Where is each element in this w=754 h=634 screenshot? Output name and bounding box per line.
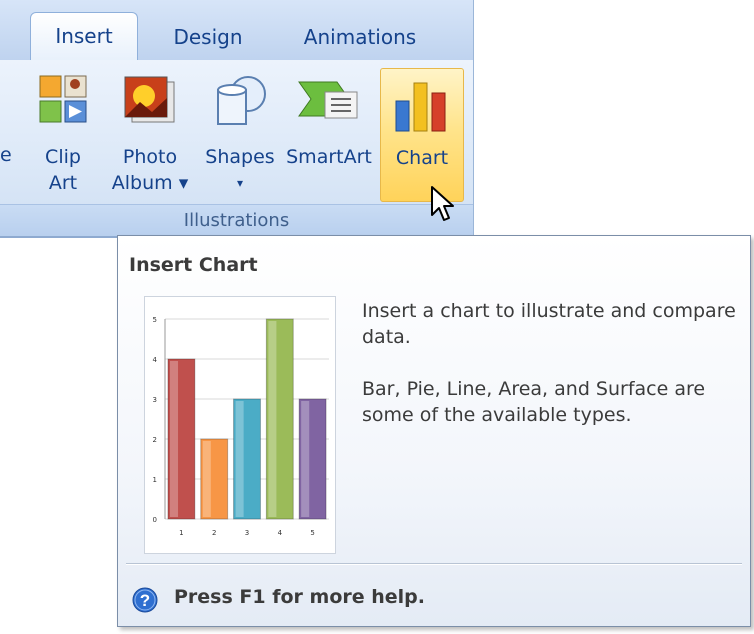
mouse-cursor-icon: [431, 186, 454, 221]
help-icon: ?: [132, 587, 158, 613]
tooltip-chart-types-text: Bar, Pie, Line, Area, and Surface are so…: [362, 378, 706, 426]
ribbon-tab-strip: Insert Design Animations: [0, 0, 473, 62]
smartart-label: SmartArt: [286, 146, 372, 168]
chart-bar-highlight: [235, 401, 244, 517]
clip-art-icon: [39, 75, 87, 123]
shapes-button[interactable]: Shapes ▾: [200, 60, 280, 204]
chart-button[interactable]: Chart: [380, 68, 464, 202]
smartart-button[interactable]: SmartArt: [282, 60, 376, 204]
y-tick-label: 3: [153, 396, 157, 404]
preview-bar-chart: 0 1 2 3 4 5 1 2 3 4 5: [153, 316, 329, 537]
shapes-icon: [217, 76, 266, 125]
x-tick-label: 1: [179, 529, 183, 537]
chart-bar-highlight: [169, 361, 179, 517]
y-tick-label: 0: [153, 516, 157, 524]
tab-animations[interactable]: Animations: [290, 14, 430, 60]
clip-art-label-2: Art: [48, 172, 78, 194]
chart-icon: [395, 82, 446, 132]
tooltip-separator: [126, 563, 742, 565]
y-tick-label: 1: [153, 476, 157, 484]
x-tick-label: 3: [245, 529, 249, 537]
tooltip-help-text: Press F1 for more help.: [174, 586, 425, 608]
photo-album-label-1: Photo: [122, 146, 178, 168]
chart-bar-highlight: [202, 441, 211, 517]
tooltip-description: Insert a chart to illustrate and compare…: [362, 300, 736, 348]
x-tick-label: 2: [212, 529, 216, 537]
chart-bar-highlight: [268, 321, 277, 517]
chart-label: Chart: [395, 147, 449, 169]
insert-chart-tooltip: Insert Chart 0 1 2 3 4 5 1 2 3 4 5 Insert a chart …: [117, 235, 751, 627]
y-tick-label: 4: [153, 356, 158, 364]
shapes-dropdown-arrow: ▾: [236, 176, 244, 190]
y-tick-label: 5: [153, 316, 157, 324]
smartart-icon: [298, 81, 358, 119]
chart-bar-highlight: [301, 401, 310, 517]
tab-insert[interactable]: Insert: [30, 12, 138, 62]
illustrations-group-label: Illustrations: [0, 204, 473, 236]
photo-album-button[interactable]: Photo Album ▾: [104, 60, 196, 204]
ribbon-panel: e Clip Art Photo Album ▾ Shapes ▾ SmartA…: [0, 60, 473, 236]
clip-art-button[interactable]: Clip Art: [30, 60, 96, 204]
ribbon: Insert Design Animations e Clip Art Phot…: [0, 0, 474, 238]
photo-album-icon: [124, 76, 175, 123]
y-tick-label: 2: [153, 436, 157, 444]
photo-album-label-2: Album ▾: [111, 172, 189, 194]
tooltip-chart-preview: 0 1 2 3 4 5 1 2 3 4 5: [144, 296, 336, 554]
tab-design[interactable]: Design: [158, 14, 258, 60]
shapes-label-1: Shapes: [205, 146, 275, 168]
truncated-button-label: e: [0, 144, 12, 166]
clip-art-label-1: Clip: [45, 146, 81, 168]
tooltip-title: Insert Chart: [129, 254, 258, 276]
svg-text:?: ?: [140, 591, 150, 610]
x-tick-label: 5: [310, 529, 314, 537]
x-tick-label: 4: [278, 529, 283, 537]
